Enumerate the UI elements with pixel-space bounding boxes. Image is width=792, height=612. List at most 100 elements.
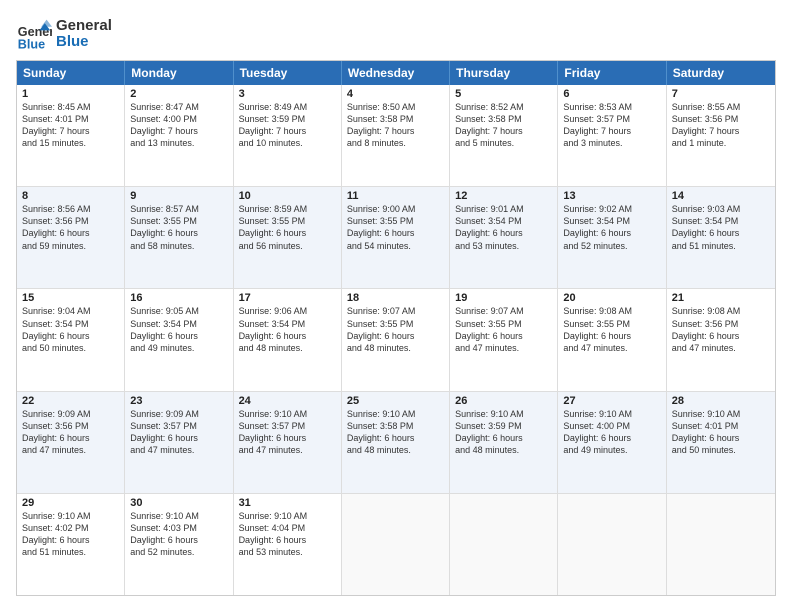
calendar-row-3: 15Sunrise: 9:04 AM Sunset: 3:54 PM Dayli… — [17, 289, 775, 391]
page: General Blue General Blue SundayMondayTu… — [0, 0, 792, 612]
logo-icon: General Blue — [16, 16, 52, 52]
calendar-cell: 30Sunrise: 9:10 AM Sunset: 4:03 PM Dayli… — [125, 494, 233, 595]
calendar-body: 1Sunrise: 8:45 AM Sunset: 4:01 PM Daylig… — [17, 85, 775, 595]
cell-info: Sunrise: 9:10 AM Sunset: 3:59 PM Dayligh… — [455, 408, 552, 457]
calendar-cell: 2Sunrise: 8:47 AM Sunset: 4:00 PM Daylig… — [125, 85, 233, 186]
header-cell-monday: Monday — [125, 61, 233, 85]
calendar-row-2: 8Sunrise: 8:56 AM Sunset: 3:56 PM Daylig… — [17, 187, 775, 289]
calendar-cell: 8Sunrise: 8:56 AM Sunset: 3:56 PM Daylig… — [17, 187, 125, 288]
day-number: 20 — [563, 292, 660, 304]
calendar-cell: 17Sunrise: 9:06 AM Sunset: 3:54 PM Dayli… — [234, 289, 342, 390]
day-number: 31 — [239, 497, 336, 509]
cell-info: Sunrise: 9:09 AM Sunset: 3:56 PM Dayligh… — [22, 408, 119, 457]
day-number: 1 — [22, 88, 119, 100]
day-number: 15 — [22, 292, 119, 304]
header-cell-sunday: Sunday — [17, 61, 125, 85]
cell-info: Sunrise: 8:50 AM Sunset: 3:58 PM Dayligh… — [347, 101, 444, 150]
cell-info: Sunrise: 9:08 AM Sunset: 3:56 PM Dayligh… — [672, 305, 770, 354]
cell-info: Sunrise: 9:00 AM Sunset: 3:55 PM Dayligh… — [347, 203, 444, 252]
day-number: 13 — [563, 190, 660, 202]
calendar-cell: 23Sunrise: 9:09 AM Sunset: 3:57 PM Dayli… — [125, 392, 233, 493]
logo: General Blue General Blue — [16, 16, 112, 52]
calendar-cell: 25Sunrise: 9:10 AM Sunset: 3:58 PM Dayli… — [342, 392, 450, 493]
cell-info: Sunrise: 8:59 AM Sunset: 3:55 PM Dayligh… — [239, 203, 336, 252]
day-number: 26 — [455, 395, 552, 407]
cell-info: Sunrise: 8:57 AM Sunset: 3:55 PM Dayligh… — [130, 203, 227, 252]
day-number: 16 — [130, 292, 227, 304]
header-cell-tuesday: Tuesday — [234, 61, 342, 85]
day-number: 8 — [22, 190, 119, 202]
calendar-row-1: 1Sunrise: 8:45 AM Sunset: 4:01 PM Daylig… — [17, 85, 775, 187]
calendar-cell: 19Sunrise: 9:07 AM Sunset: 3:55 PM Dayli… — [450, 289, 558, 390]
calendar-cell: 6Sunrise: 8:53 AM Sunset: 3:57 PM Daylig… — [558, 85, 666, 186]
cell-info: Sunrise: 9:10 AM Sunset: 4:01 PM Dayligh… — [672, 408, 770, 457]
cell-info: Sunrise: 9:10 AM Sunset: 4:04 PM Dayligh… — [239, 510, 336, 559]
calendar-cell: 7Sunrise: 8:55 AM Sunset: 3:56 PM Daylig… — [667, 85, 775, 186]
cell-info: Sunrise: 8:45 AM Sunset: 4:01 PM Dayligh… — [22, 101, 119, 150]
calendar-cell — [667, 494, 775, 595]
header-cell-saturday: Saturday — [667, 61, 775, 85]
calendar-cell: 18Sunrise: 9:07 AM Sunset: 3:55 PM Dayli… — [342, 289, 450, 390]
day-number: 28 — [672, 395, 770, 407]
calendar-cell: 20Sunrise: 9:08 AM Sunset: 3:55 PM Dayli… — [558, 289, 666, 390]
cell-info: Sunrise: 9:03 AM Sunset: 3:54 PM Dayligh… — [672, 203, 770, 252]
day-number: 7 — [672, 88, 770, 100]
day-number: 3 — [239, 88, 336, 100]
cell-info: Sunrise: 8:47 AM Sunset: 4:00 PM Dayligh… — [130, 101, 227, 150]
day-number: 9 — [130, 190, 227, 202]
calendar-cell: 31Sunrise: 9:10 AM Sunset: 4:04 PM Dayli… — [234, 494, 342, 595]
calendar-cell — [450, 494, 558, 595]
cell-info: Sunrise: 9:10 AM Sunset: 3:58 PM Dayligh… — [347, 408, 444, 457]
calendar-cell: 15Sunrise: 9:04 AM Sunset: 3:54 PM Dayli… — [17, 289, 125, 390]
day-number: 17 — [239, 292, 336, 304]
cell-info: Sunrise: 9:07 AM Sunset: 3:55 PM Dayligh… — [347, 305, 444, 354]
calendar-cell: 28Sunrise: 9:10 AM Sunset: 4:01 PM Dayli… — [667, 392, 775, 493]
calendar-cell: 24Sunrise: 9:10 AM Sunset: 3:57 PM Dayli… — [234, 392, 342, 493]
cell-info: Sunrise: 9:02 AM Sunset: 3:54 PM Dayligh… — [563, 203, 660, 252]
day-number: 18 — [347, 292, 444, 304]
cell-info: Sunrise: 9:10 AM Sunset: 4:02 PM Dayligh… — [22, 510, 119, 559]
calendar-cell: 21Sunrise: 9:08 AM Sunset: 3:56 PM Dayli… — [667, 289, 775, 390]
cell-info: Sunrise: 9:08 AM Sunset: 3:55 PM Dayligh… — [563, 305, 660, 354]
calendar-cell: 11Sunrise: 9:00 AM Sunset: 3:55 PM Dayli… — [342, 187, 450, 288]
cell-info: Sunrise: 9:05 AM Sunset: 3:54 PM Dayligh… — [130, 305, 227, 354]
cell-info: Sunrise: 9:06 AM Sunset: 3:54 PM Dayligh… — [239, 305, 336, 354]
calendar: SundayMondayTuesdayWednesdayThursdayFrid… — [16, 60, 776, 596]
cell-info: Sunrise: 8:52 AM Sunset: 3:58 PM Dayligh… — [455, 101, 552, 150]
calendar-cell: 14Sunrise: 9:03 AM Sunset: 3:54 PM Dayli… — [667, 187, 775, 288]
day-number: 29 — [22, 497, 119, 509]
calendar-cell: 27Sunrise: 9:10 AM Sunset: 4:00 PM Dayli… — [558, 392, 666, 493]
cell-info: Sunrise: 9:07 AM Sunset: 3:55 PM Dayligh… — [455, 305, 552, 354]
day-number: 23 — [130, 395, 227, 407]
calendar-header-row: SundayMondayTuesdayWednesdayThursdayFrid… — [17, 61, 775, 85]
svg-text:Blue: Blue — [18, 37, 45, 51]
calendar-cell: 12Sunrise: 9:01 AM Sunset: 3:54 PM Dayli… — [450, 187, 558, 288]
calendar-cell: 26Sunrise: 9:10 AM Sunset: 3:59 PM Dayli… — [450, 392, 558, 493]
day-number: 12 — [455, 190, 552, 202]
calendar-cell — [342, 494, 450, 595]
calendar-cell — [558, 494, 666, 595]
cell-info: Sunrise: 8:55 AM Sunset: 3:56 PM Dayligh… — [672, 101, 770, 150]
calendar-cell: 13Sunrise: 9:02 AM Sunset: 3:54 PM Dayli… — [558, 187, 666, 288]
calendar-cell: 4Sunrise: 8:50 AM Sunset: 3:58 PM Daylig… — [342, 85, 450, 186]
cell-info: Sunrise: 9:09 AM Sunset: 3:57 PM Dayligh… — [130, 408, 227, 457]
day-number: 6 — [563, 88, 660, 100]
cell-info: Sunrise: 8:53 AM Sunset: 3:57 PM Dayligh… — [563, 101, 660, 150]
day-number: 11 — [347, 190, 444, 202]
logo-blue: Blue — [56, 34, 112, 51]
cell-info: Sunrise: 8:49 AM Sunset: 3:59 PM Dayligh… — [239, 101, 336, 150]
header-cell-friday: Friday — [558, 61, 666, 85]
calendar-cell: 29Sunrise: 9:10 AM Sunset: 4:02 PM Dayli… — [17, 494, 125, 595]
day-number: 24 — [239, 395, 336, 407]
cell-info: Sunrise: 9:10 AM Sunset: 4:00 PM Dayligh… — [563, 408, 660, 457]
day-number: 10 — [239, 190, 336, 202]
header: General Blue General Blue — [16, 16, 776, 52]
day-number: 25 — [347, 395, 444, 407]
day-number: 4 — [347, 88, 444, 100]
day-number: 21 — [672, 292, 770, 304]
cell-info: Sunrise: 8:56 AM Sunset: 3:56 PM Dayligh… — [22, 203, 119, 252]
day-number: 30 — [130, 497, 227, 509]
calendar-row-4: 22Sunrise: 9:09 AM Sunset: 3:56 PM Dayli… — [17, 392, 775, 494]
day-number: 19 — [455, 292, 552, 304]
cell-info: Sunrise: 9:01 AM Sunset: 3:54 PM Dayligh… — [455, 203, 552, 252]
